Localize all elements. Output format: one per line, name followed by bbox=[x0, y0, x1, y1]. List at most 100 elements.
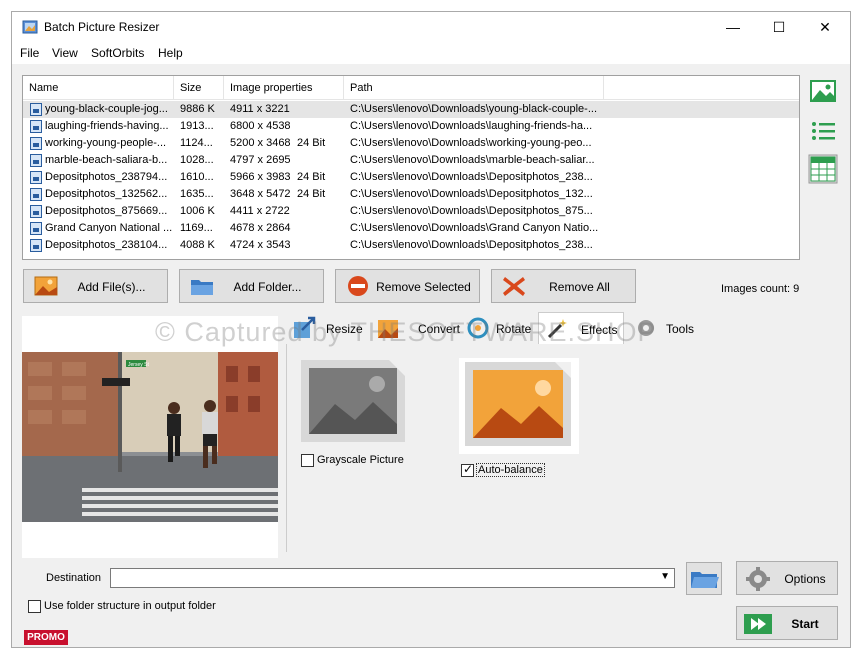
cell-image-properties: 4911 x 3221 bbox=[230, 103, 290, 115]
browse-folder-button[interactable] bbox=[686, 562, 722, 595]
add-files-label: Add File(s)... bbox=[77, 280, 146, 294]
cell-image-properties: 5966 x 3983 bbox=[230, 171, 291, 183]
auto-balance-checkbox[interactable] bbox=[461, 462, 474, 477]
minimize-icon: — bbox=[726, 19, 740, 35]
cell-path: C:\Users\lenovo\Downloads\Depositphotos_… bbox=[350, 171, 593, 183]
cell-path: C:\Users\lenovo\Downloads\Grand Canyon N… bbox=[350, 222, 599, 234]
column-image-properties[interactable]: Image properties bbox=[224, 76, 344, 100]
table-row[interactable]: marble-beach-saliara-b... 1028... 4797 x 2… bbox=[23, 152, 799, 169]
table-row[interactable]: young-black-couple-jog... 9886 K 4911 x 32… bbox=[23, 101, 799, 118]
menu-softorbits[interactable]: SoftOrbits bbox=[91, 46, 144, 60]
remove-all-icon bbox=[503, 277, 525, 296]
settings-tabs: Resize Convert Rotate Effects Tools Gray… bbox=[286, 312, 806, 552]
effect-grayscale[interactable]: Grayscale Picture bbox=[299, 358, 409, 467]
minimize-button[interactable]: — bbox=[710, 12, 756, 42]
start-arrow-icon bbox=[744, 614, 772, 634]
effect-auto-balance[interactable]: Auto-balance bbox=[459, 358, 579, 477]
cell-bit-depth bbox=[297, 203, 341, 220]
cell-name: laughing-friends-having... bbox=[45, 120, 169, 132]
cell-size: 1169... bbox=[180, 222, 213, 234]
image-file-icon bbox=[30, 239, 42, 252]
cell-path: C:\Users\lenovo\Downloads\Depositphotos_… bbox=[350, 239, 593, 251]
promo-badge[interactable]: PROMO bbox=[24, 630, 68, 645]
cell-bit-depth bbox=[297, 152, 341, 169]
table-row[interactable]: laughing-friends-having... 1913... 6800 x … bbox=[23, 118, 799, 135]
add-files-button[interactable]: Add File(s)... bbox=[23, 269, 168, 303]
cell-bit-depth: 24 Bit bbox=[297, 171, 326, 183]
cell-name: Depositphotos_132562... bbox=[45, 188, 168, 200]
preview-photo: Jersey St bbox=[22, 352, 278, 522]
gear-icon bbox=[746, 567, 770, 591]
file-list-header: Name Size Image properties Path bbox=[23, 76, 799, 100]
cell-bit-depth bbox=[297, 101, 341, 118]
image-file-icon bbox=[30, 154, 42, 167]
table-row[interactable]: Grand Canyon National ... 1169... 4678 x 2… bbox=[23, 220, 799, 237]
effects-panel: Grayscale Picture Auto-balance bbox=[286, 344, 806, 552]
app-window: Batch Picture Resizer — ☐ ✕ File View So… bbox=[11, 11, 851, 648]
add-folder-button[interactable]: Add Folder... bbox=[179, 269, 324, 303]
window-title: Batch Picture Resizer bbox=[44, 20, 160, 34]
image-preview: Jersey St bbox=[22, 316, 278, 558]
menu-bar: File View SoftOrbits Help bbox=[12, 42, 850, 64]
cell-name: Depositphotos_238794... bbox=[45, 171, 168, 183]
cell-name: young-black-couple-jog... bbox=[45, 103, 168, 115]
browse-folder-icon bbox=[691, 572, 719, 588]
cell-path: C:\Users\lenovo\Downloads\laughing-frien… bbox=[350, 120, 593, 132]
file-list[interactable]: Name Size Image properties Path young-bl… bbox=[22, 75, 800, 260]
destination-input[interactable]: ▼ bbox=[110, 568, 675, 588]
cell-name: Depositphotos_875669... bbox=[45, 205, 168, 217]
cell-size: 1913... bbox=[180, 120, 214, 132]
table-row[interactable]: working-young-people-... 1124... 5200 x 34… bbox=[23, 135, 799, 152]
column-size[interactable]: Size bbox=[174, 76, 224, 100]
folder-icon bbox=[191, 280, 213, 295]
column-path[interactable]: Path bbox=[344, 76, 604, 100]
cell-path: C:\Users\lenovo\Downloads\marble-beach-s… bbox=[350, 154, 595, 166]
cell-path: C:\Users\lenovo\Downloads\young-black-co… bbox=[350, 103, 598, 115]
remove-all-button[interactable]: Remove All bbox=[491, 269, 636, 303]
folder-structure-checkbox[interactable] bbox=[28, 600, 41, 613]
table-row[interactable]: Depositphotos_238794... 1610... 5966 x 398… bbox=[23, 169, 799, 186]
remove-selected-button[interactable]: Remove Selected bbox=[335, 269, 480, 303]
auto-balance-preview-icon bbox=[459, 358, 579, 454]
cell-size: 1006 K bbox=[180, 205, 215, 217]
cell-size: 1635... bbox=[180, 188, 214, 200]
close-button[interactable]: ✕ bbox=[802, 12, 848, 42]
add-folder-label: Add Folder... bbox=[233, 280, 302, 294]
column-name[interactable]: Name bbox=[23, 76, 174, 100]
image-file-icon bbox=[30, 171, 42, 184]
cell-name: Depositphotos_238104... bbox=[45, 239, 168, 251]
cell-name: marble-beach-saliara-b... bbox=[45, 154, 168, 166]
list-view-icon[interactable] bbox=[808, 116, 838, 146]
options-button[interactable]: Options bbox=[736, 561, 838, 595]
thumbnail-view-icon[interactable] bbox=[808, 76, 838, 106]
folder-structure-label: Use folder structure in output folder bbox=[44, 600, 216, 612]
image-file-icon bbox=[30, 188, 42, 201]
cell-image-properties: 4411 x 2722 bbox=[230, 205, 290, 217]
remove-all-label: Remove All bbox=[549, 280, 610, 294]
table-row[interactable]: Depositphotos_875669... 1006 K 4411 x 2722… bbox=[23, 203, 799, 220]
cell-image-properties: 4678 x 2864 bbox=[230, 222, 291, 234]
image-file-icon bbox=[30, 103, 42, 116]
cell-name: working-young-people-... bbox=[45, 137, 167, 149]
add-image-icon bbox=[34, 276, 58, 296]
menu-view[interactable]: View bbox=[52, 46, 78, 60]
cell-bit-depth bbox=[297, 237, 341, 254]
table-row[interactable]: Depositphotos_132562... 1635... 3648 x 547… bbox=[23, 186, 799, 203]
images-count: Images count: 9 bbox=[721, 283, 800, 295]
cell-image-properties: 4797 x 2695 bbox=[230, 154, 291, 166]
cell-name: Grand Canyon National ... bbox=[45, 222, 173, 234]
destination-label: Destination bbox=[46, 572, 102, 584]
table-row[interactable]: Depositphotos_238104... 4088 K 4724 x 3543… bbox=[23, 237, 799, 254]
menu-file[interactable]: File bbox=[20, 46, 39, 60]
grayscale-label: Grayscale Picture bbox=[317, 454, 404, 466]
cell-bit-depth bbox=[297, 220, 341, 237]
maximize-button[interactable]: ☐ bbox=[756, 12, 802, 42]
cell-size: 1610... bbox=[180, 171, 214, 183]
grayscale-checkbox[interactable] bbox=[301, 454, 314, 467]
start-button[interactable]: Start bbox=[736, 606, 838, 640]
menu-help[interactable]: Help bbox=[158, 46, 183, 60]
image-file-icon bbox=[30, 222, 42, 235]
chevron-down-icon[interactable]: ▼ bbox=[660, 571, 670, 582]
details-view-icon[interactable] bbox=[808, 154, 838, 184]
cell-size: 4088 K bbox=[180, 239, 215, 251]
